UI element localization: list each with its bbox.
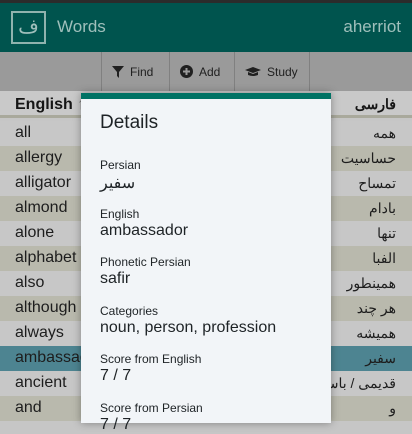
persian-word: همه xyxy=(373,125,396,141)
english-word: alligator xyxy=(15,174,72,191)
english-word: almond xyxy=(15,199,68,216)
field-label: English xyxy=(100,206,140,221)
persian-word: همینطور xyxy=(346,275,396,291)
english-word: allergy xyxy=(15,149,63,166)
field-value: ambassador xyxy=(100,221,189,239)
english-word: all xyxy=(15,124,32,141)
study-label: Study xyxy=(267,64,298,79)
filter-icon xyxy=(112,65,124,78)
column-persian[interactable]: فارسی xyxy=(355,96,396,113)
field-value: 7 / 7 xyxy=(100,415,132,433)
persian-word: و xyxy=(389,400,396,416)
field-value: سفیر xyxy=(100,175,136,192)
find-label: Find xyxy=(130,64,154,79)
field-label: Persian xyxy=(100,158,141,172)
find-button[interactable]: Find xyxy=(101,52,169,91)
field-label: Score from English xyxy=(100,352,202,366)
persian-word: الفبا xyxy=(372,250,396,266)
add-label: Add xyxy=(199,64,221,79)
english-word: and xyxy=(15,399,42,416)
plus-circle-icon xyxy=(180,65,193,78)
field-label: Score from Persian xyxy=(100,400,203,415)
user-menu[interactable]: aherriot xyxy=(343,17,401,37)
app-logo[interactable]: ف xyxy=(11,11,46,44)
persian-word: همیشه xyxy=(356,325,396,341)
english-word: although xyxy=(15,299,77,316)
english-word: alone xyxy=(15,224,55,241)
english-word: always xyxy=(15,324,64,341)
english-word: also xyxy=(15,274,45,291)
english-word: ancient xyxy=(15,374,67,391)
graduation-cap-icon xyxy=(245,67,261,76)
field-label: Categories xyxy=(100,303,159,318)
field-value: noun, person, profession xyxy=(100,318,277,336)
persian-word: تنها xyxy=(377,225,396,241)
persian-word: بادام xyxy=(369,200,396,216)
persian-word: تمساح xyxy=(358,175,396,191)
app-header: ف Words aherriot xyxy=(0,3,412,52)
app-title[interactable]: Words xyxy=(57,17,106,37)
column-english[interactable]: English ↑ xyxy=(15,96,85,114)
field-value: 7 / 7 xyxy=(100,367,132,384)
persian-word: هر چند xyxy=(356,300,396,316)
details-title: Details xyxy=(100,112,159,133)
english-word: alphabet xyxy=(15,249,77,266)
add-button[interactable]: Add xyxy=(169,52,234,91)
persian-word: سفیر xyxy=(365,350,396,366)
toolbar: Find Add Study xyxy=(0,52,412,91)
persian-word: حساسیت xyxy=(340,150,396,166)
field-value: safir xyxy=(100,270,131,287)
study-button[interactable]: Study xyxy=(234,52,310,91)
field-label: Phonetic Persian xyxy=(100,255,191,269)
details-dialog: Details Persian سفیر English ambassador Phon… xyxy=(81,93,331,433)
